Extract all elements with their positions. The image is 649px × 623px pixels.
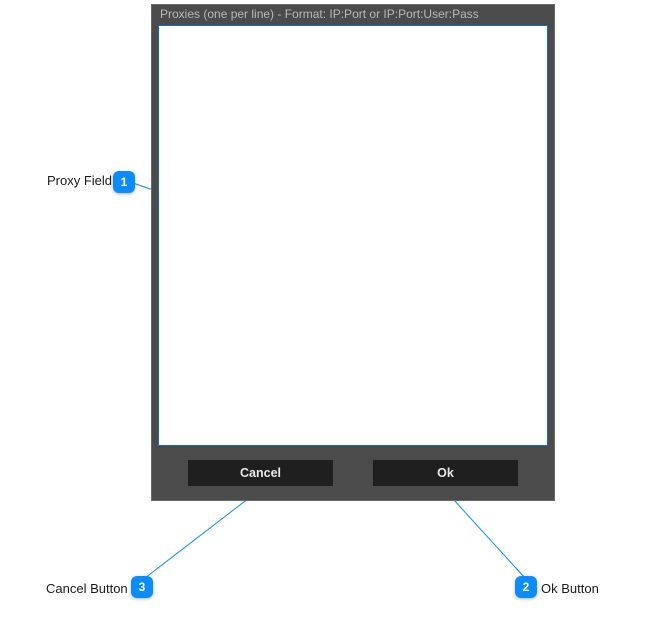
annotation-marker-2: 2 bbox=[515, 576, 537, 598]
ok-button[interactable]: Ok bbox=[373, 460, 518, 486]
proxy-dialog: Proxies (one per line) - Format: IP:Port… bbox=[151, 4, 555, 501]
button-row: Cancel Ok bbox=[152, 452, 554, 500]
dialog-title: Proxies (one per line) - Format: IP:Port… bbox=[152, 5, 554, 25]
proxy-input[interactable] bbox=[158, 25, 548, 446]
annotation-label-proxy-field: Proxy Field bbox=[47, 173, 112, 188]
annotation-marker-1: 1 bbox=[113, 171, 135, 193]
annotation-label-cancel-button: Cancel Button bbox=[46, 581, 128, 596]
textarea-container bbox=[152, 25, 554, 452]
annotation-marker-3: 3 bbox=[131, 576, 153, 598]
cancel-button[interactable]: Cancel bbox=[188, 460, 333, 486]
annotation-label-ok-button: Ok Button bbox=[541, 581, 599, 596]
